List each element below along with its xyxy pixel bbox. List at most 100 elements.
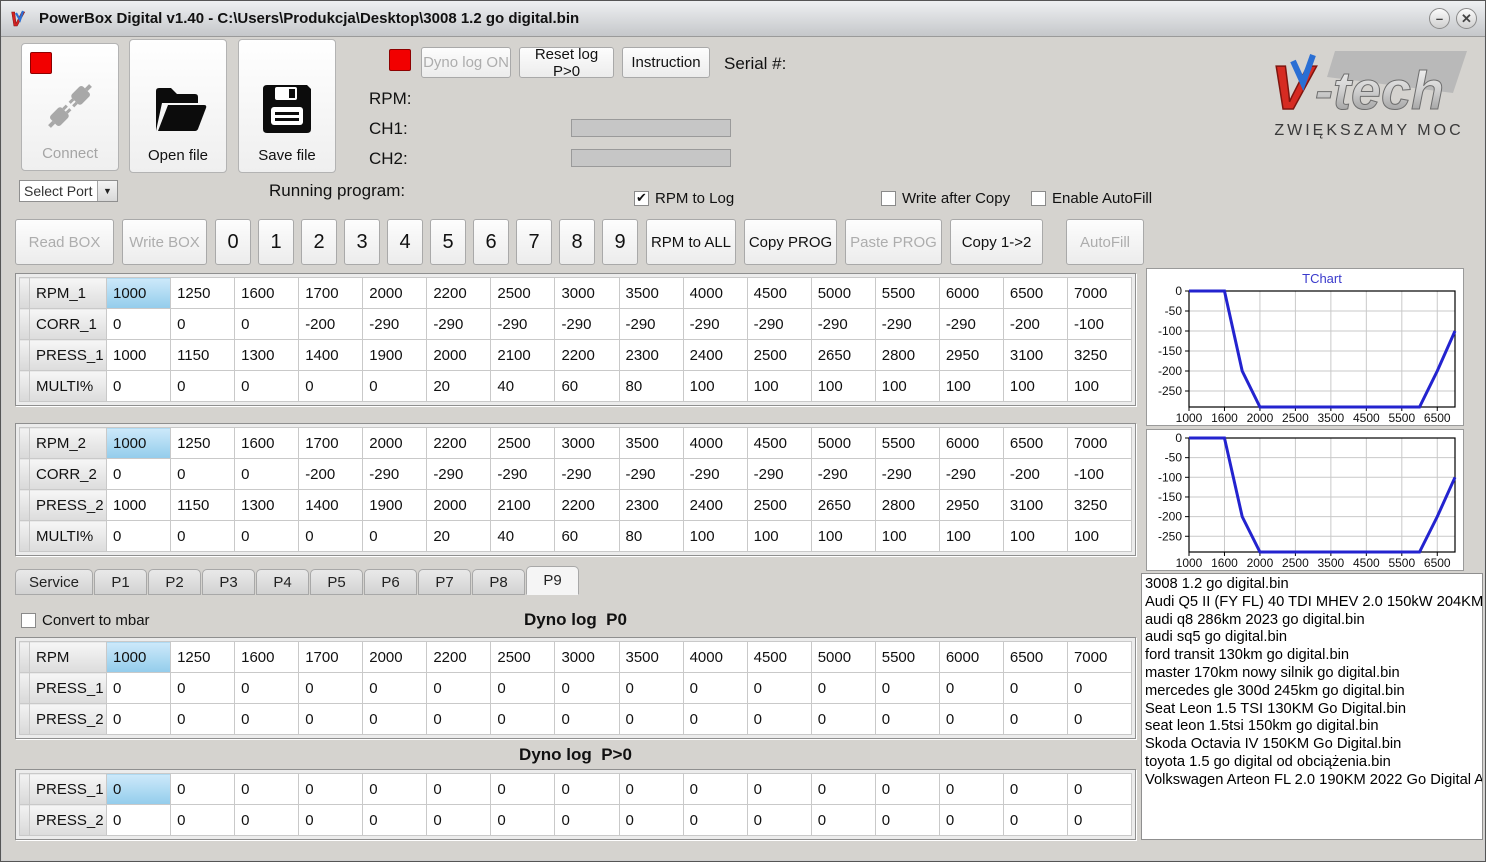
row-indicator[interactable] — [19, 458, 30, 490]
grid-cell[interactable]: 2500 — [490, 277, 556, 309]
file-list-item[interactable]: Volkswagen Arteon FL 2.0 190KM 2022 Go D… — [1145, 772, 1482, 790]
grid-cell[interactable]: -290 — [554, 458, 620, 490]
grid-cell[interactable]: 100 — [746, 370, 812, 402]
rpm-to-log-checkbox[interactable]: RPM to Log — [634, 190, 734, 207]
grid-cell[interactable]: 0 — [362, 703, 428, 735]
grid-cell[interactable]: 80 — [618, 520, 684, 552]
row-header-rpm[interactable]: RPM — [29, 641, 107, 673]
digit-button-8[interactable]: 8 — [559, 219, 595, 265]
grid-cell[interactable]: 5000 — [810, 641, 876, 673]
grid-cell[interactable]: 0 — [746, 703, 812, 735]
grid-cell[interactable]: 0 — [490, 804, 556, 836]
row-header-corr_2[interactable]: CORR_2 — [29, 458, 107, 490]
grid-cell[interactable]: 3500 — [618, 427, 684, 459]
grid-cell[interactable]: 6500 — [1002, 277, 1068, 309]
grid-cell[interactable]: 2200 — [554, 489, 620, 521]
combo-dropdown-button[interactable]: ▼ — [97, 181, 117, 201]
row-indicator[interactable] — [19, 641, 30, 673]
grid-cell[interactable]: 4000 — [682, 641, 748, 673]
tab-p2[interactable]: P2 — [148, 569, 202, 595]
grid-cell[interactable]: 100 — [682, 520, 748, 552]
grid-cell[interactable]: 0 — [682, 703, 748, 735]
file-list-item[interactable]: ford transit 130km go digital.bin — [1145, 647, 1482, 665]
grid-cell[interactable]: 6500 — [1002, 641, 1068, 673]
grid-cell[interactable]: 4000 — [682, 277, 748, 309]
grid-cell[interactable]: 100 — [1002, 370, 1068, 402]
grid-cell[interactable]: 0 — [618, 672, 684, 704]
file-list-item[interactable]: Skoda Octavia IV 150KM Go Digital.bin — [1145, 736, 1482, 754]
grid-cell[interactable]: -290 — [618, 458, 684, 490]
file-list-item[interactable]: mercedes gle 300d 245km go digital.bin — [1145, 683, 1482, 701]
read-box-button[interactable]: Read BOX — [15, 219, 114, 265]
row-header-press_2[interactable]: PRESS_2 — [29, 489, 107, 521]
grid-cell[interactable]: 1250 — [170, 277, 236, 309]
grid-cell[interactable]: 5000 — [810, 427, 876, 459]
grid-cell[interactable]: 1150 — [170, 339, 236, 371]
grid-cell[interactable]: 0 — [490, 672, 556, 704]
tab-p7[interactable]: P7 — [418, 569, 472, 595]
file-list-item[interactable]: seat leon 1.5tsi 150km go digital.bin — [1145, 718, 1482, 736]
grid-cell[interactable]: 3000 — [554, 277, 620, 309]
grid-cell[interactable]: 0 — [234, 370, 300, 402]
grid-cell[interactable]: 0 — [298, 520, 364, 552]
grid-cell[interactable]: 20 — [426, 370, 492, 402]
grid-cell[interactable]: 2500 — [746, 339, 812, 371]
grid-cell[interactable]: 0 — [682, 773, 748, 805]
row-header-press_2[interactable]: PRESS_2 — [29, 703, 107, 735]
grid-cell[interactable]: 0 — [938, 703, 1004, 735]
grid-cell[interactable]: 0 — [426, 672, 492, 704]
grid-cell[interactable]: 0 — [938, 804, 1004, 836]
grid-cell[interactable]: 40 — [490, 370, 556, 402]
row-indicator[interactable] — [19, 339, 30, 371]
grid-cell[interactable]: 1900 — [362, 489, 428, 521]
grid-cell[interactable]: 0 — [105, 520, 172, 552]
digit-button-4[interactable]: 4 — [387, 219, 423, 265]
grid-cell[interactable]: 2950 — [938, 489, 1004, 521]
grid-cell[interactable]: 0 — [426, 773, 492, 805]
grid-cell[interactable]: 0 — [234, 520, 300, 552]
enable-autofill-checkbox[interactable]: Enable AutoFill — [1031, 190, 1152, 207]
grid-cell[interactable]: 2650 — [810, 339, 876, 371]
file-list-item[interactable]: Seat Leon 1.5 TSI 130KM Go Digital.bin — [1145, 701, 1482, 719]
grid-cell[interactable]: 0 — [105, 672, 172, 704]
digit-button-3[interactable]: 3 — [344, 219, 380, 265]
grid-cell[interactable]: 0 — [234, 458, 300, 490]
grid-cell[interactable]: 2400 — [682, 489, 748, 521]
rpm-to-all-button[interactable]: RPM to ALL — [646, 219, 736, 265]
grid-cell[interactable]: 0 — [874, 672, 940, 704]
grid-cell[interactable]: 2300 — [618, 489, 684, 521]
grid-cell[interactable]: 0 — [1066, 672, 1133, 704]
digit-button-5[interactable]: 5 — [430, 219, 466, 265]
write-after-copy-checkbox[interactable]: Write after Copy — [881, 190, 1010, 207]
grid-cell[interactable]: 6500 — [1002, 427, 1068, 459]
grid-cell[interactable]: -290 — [362, 308, 428, 340]
grid-cell[interactable]: 2200 — [554, 339, 620, 371]
grid-cell[interactable]: 3250 — [1066, 339, 1133, 371]
row-header-press_2[interactable]: PRESS_2 — [29, 804, 107, 836]
grid-cell[interactable]: 0 — [1002, 703, 1068, 735]
checkbox-box[interactable] — [881, 191, 896, 206]
tab-p1[interactable]: P1 — [94, 569, 148, 595]
connect-button[interactable]: Connect — [21, 43, 119, 171]
row-indicator[interactable] — [19, 427, 30, 459]
row-indicator[interactable] — [19, 370, 30, 402]
grid-cell[interactable]: 0 — [1002, 672, 1068, 704]
file-list-item[interactable]: toyota 1.5 go digital od obciążenia.bin — [1145, 754, 1482, 772]
copy-1-to-2-button[interactable]: Copy 1->2 — [950, 219, 1043, 265]
grid-cell[interactable]: 2000 — [426, 339, 492, 371]
grid-cell[interactable]: 0 — [298, 773, 364, 805]
grid-cell[interactable]: -290 — [426, 458, 492, 490]
row-header-press_1[interactable]: PRESS_1 — [29, 773, 107, 805]
row-header-rpm_2[interactable]: RPM_2 — [29, 427, 107, 459]
grid-cell[interactable]: 2000 — [362, 641, 428, 673]
grid-cell[interactable]: 0 — [362, 370, 428, 402]
grid-cell[interactable]: -290 — [810, 458, 876, 490]
grid-cell[interactable]: 2200 — [426, 641, 492, 673]
grid-cell[interactable]: 0 — [234, 672, 300, 704]
row-indicator[interactable] — [19, 308, 30, 340]
grid-cell[interactable]: 20 — [426, 520, 492, 552]
grid-cell[interactable]: 1000 — [105, 277, 172, 309]
grid-cell[interactable]: 0 — [362, 520, 428, 552]
grid-cell[interactable]: 2400 — [682, 339, 748, 371]
row-header-rpm_1[interactable]: RPM_1 — [29, 277, 107, 309]
